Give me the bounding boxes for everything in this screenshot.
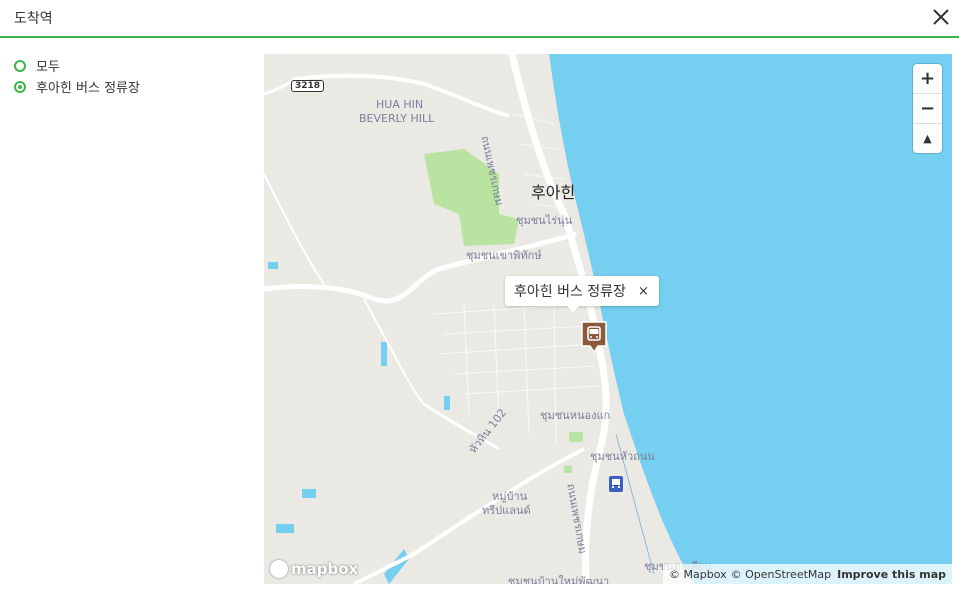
attribution-mapbox-link[interactable]: © Mapbox <box>669 568 727 581</box>
option-huahin-bus-station[interactable]: 후아힌 버스 정류장 <box>14 76 140 97</box>
bus-stop-icon <box>609 476 623 492</box>
pond <box>276 524 294 533</box>
label-area-rainun: ชุมชนไร่นุ่น <box>516 214 573 227</box>
popup-tip <box>567 306 579 312</box>
park-small-2 <box>564 466 572 473</box>
pond <box>381 342 387 366</box>
label-hua-hin: HUA HIN <box>376 98 424 111</box>
zoom-out-button[interactable]: − <box>913 94 942 124</box>
road <box>264 77 296 96</box>
station-popup: 후아힌 버스 정류장 × <box>505 276 659 312</box>
label-area-khaophithak: ชุมชนเขาพิทักษ์ <box>466 249 542 262</box>
label-area-huathanon: ชุมชนหัวถนน <box>590 450 655 463</box>
label-area-nongkae: ชุมชนหนองแก <box>540 409 611 422</box>
close-icon[interactable] <box>929 5 953 29</box>
option-all[interactable]: 모두 <box>14 55 140 76</box>
zoom-controls: + − ▲ <box>913 64 942 153</box>
road-shield-3218: 3218 <box>291 80 325 92</box>
label-village-2: ทรีปแลนด์ <box>482 504 531 517</box>
zoom-in-button[interactable]: + <box>913 64 942 94</box>
city-label-huahin: 후아힌 <box>531 183 576 202</box>
pond <box>444 396 450 410</box>
radio-huahin-bus-station[interactable] <box>14 80 26 93</box>
pond <box>268 262 278 269</box>
dialog-title: 도착역 <box>14 11 53 27</box>
compass-button[interactable]: ▲ <box>913 124 942 153</box>
option-all-label: 모두 <box>36 60 60 75</box>
bus-station-marker-icon[interactable] <box>580 320 608 354</box>
popup-title: 후아힌 버스 정류장 <box>514 284 626 300</box>
mapbox-logo-icon <box>270 560 288 578</box>
label-beverly-hill: BEVERLY HILL <box>359 112 435 125</box>
road <box>353 447 585 584</box>
mapbox-logo[interactable]: mapbox <box>270 560 358 578</box>
label-area-banmai: ชุมชนบ้านใหม่พัฒนา <box>508 575 610 584</box>
mapbox-logo-text: mapbox <box>291 560 359 578</box>
attribution-osm-link[interactable]: © OpenStreetMap <box>731 568 832 581</box>
compass-icon: ▲ <box>923 132 932 145</box>
station-options: 모두 후아힌 버스 정류장 <box>14 55 140 97</box>
option-huahin-label: 후아힌 버스 정류장 <box>36 81 140 96</box>
map-attribution: © Mapbox © OpenStreetMap Improve this ma… <box>663 564 952 584</box>
sea <box>549 54 952 584</box>
improve-map-link[interactable]: Improve this map <box>837 568 946 581</box>
pond <box>302 489 316 498</box>
map-base <box>264 54 952 584</box>
popup-close-button[interactable]: × <box>638 284 649 299</box>
dialog-header: 도착역 <box>0 0 959 38</box>
road <box>363 298 425 405</box>
radio-all[interactable] <box>14 59 26 72</box>
park-small <box>569 432 583 442</box>
map-view[interactable]: 3218 HUA HIN BEVERLY HILL 후아힌 ถนนเพชรเกษ… <box>264 54 952 584</box>
